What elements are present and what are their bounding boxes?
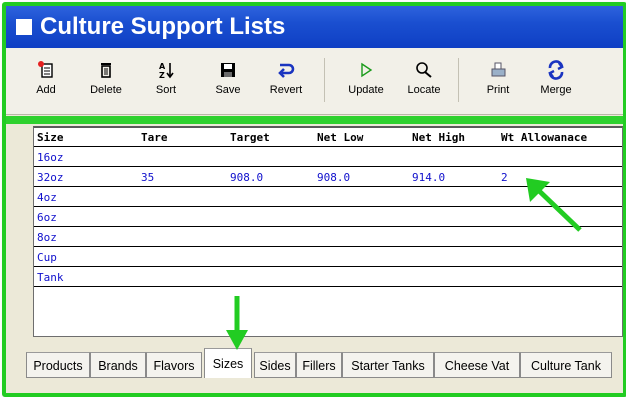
header-target[interactable]: Target: [230, 131, 270, 144]
sort-button[interactable]: AZ Sort: [140, 60, 192, 96]
toolbar: Add Delete AZ Sort Save Revert Update Lo…: [6, 48, 623, 115]
annotation-arrow-icon: [526, 178, 582, 232]
cell-size: Cup: [37, 251, 57, 264]
tab-brands[interactable]: Brands: [90, 352, 146, 378]
tab-sides[interactable]: Sides: [254, 352, 296, 378]
cell-size: 16oz: [37, 151, 64, 164]
save-label: Save: [215, 84, 241, 96]
revert-button[interactable]: Revert: [260, 60, 312, 96]
svg-text:A: A: [159, 62, 166, 71]
cell-size: 4oz: [37, 191, 57, 204]
merge-label: Merge: [540, 84, 572, 96]
title-bar: Culture Support Lists: [6, 6, 623, 48]
tab-starter-tanks[interactable]: Starter Tanks: [342, 352, 434, 378]
print-label: Print: [486, 84, 510, 96]
revert-label: Revert: [269, 84, 303, 96]
merge-button[interactable]: Merge: [530, 60, 582, 96]
delete-label: Delete: [90, 84, 122, 96]
highlight-bar: [6, 116, 623, 124]
tab-cheese-vat[interactable]: Cheese Vat: [434, 352, 520, 378]
cell-size: Tank: [37, 271, 64, 284]
annotation-arrow-icon: [226, 296, 248, 350]
save-button[interactable]: Save: [202, 60, 254, 96]
svg-text:Z: Z: [159, 71, 165, 80]
cell-size: 8oz: [37, 231, 57, 244]
toolbar-separator: [324, 58, 325, 102]
toolbar-separator: [458, 58, 459, 102]
tab-sizes[interactable]: Sizes: [204, 348, 252, 378]
grid-header: Size Tare Target Net Low Net High Wt All…: [34, 128, 622, 147]
tab-fillers[interactable]: Fillers: [296, 352, 342, 378]
table-row[interactable]: Cup: [34, 247, 622, 267]
revert-icon: [260, 60, 312, 82]
header-net-high[interactable]: Net High: [412, 131, 465, 144]
cell-tare: 35: [141, 171, 155, 184]
cell-size: 6oz: [37, 211, 57, 224]
floppy-disk-icon: [202, 60, 254, 82]
add-button[interactable]: Add: [20, 60, 72, 96]
header-net-low[interactable]: Net Low: [317, 131, 363, 144]
cell-target: 908.0: [230, 171, 264, 184]
cell-size: 32oz: [37, 171, 64, 184]
cell-net-high: 914.0: [412, 171, 446, 184]
tab-strip: Products Brands Flavors Sizes Sides Fill…: [26, 348, 614, 382]
print-button[interactable]: Print: [472, 60, 524, 96]
tab-flavors[interactable]: Flavors: [146, 352, 202, 378]
sort-label: Sort: [155, 84, 177, 96]
sort-az-icon: AZ: [140, 60, 192, 82]
update-button[interactable]: Update: [340, 60, 392, 96]
printer-icon: [472, 60, 524, 82]
tab-culture-tank[interactable]: Culture Tank: [520, 352, 612, 378]
cell-wt-allowance: 2: [501, 171, 508, 184]
header-wt-allowance[interactable]: Wt Allowanace: [501, 131, 587, 144]
delete-button[interactable]: Delete: [80, 60, 132, 96]
binoculars-icon: [398, 60, 450, 82]
update-label: Update: [348, 84, 384, 96]
locate-button[interactable]: Locate: [398, 60, 450, 96]
play-icon: [340, 60, 392, 82]
locate-label: Locate: [407, 84, 441, 96]
add-label: Add: [36, 84, 56, 96]
trash-icon: [80, 60, 132, 82]
header-tare[interactable]: Tare: [141, 131, 168, 144]
add-record-icon: [20, 60, 72, 82]
header-size[interactable]: Size: [37, 131, 64, 144]
cell-net-low: 908.0: [317, 171, 351, 184]
table-row[interactable]: 16oz: [34, 147, 622, 167]
tab-products[interactable]: Products: [26, 352, 90, 378]
window-title: Culture Support Lists: [40, 13, 286, 40]
window-icon: [16, 19, 32, 35]
merge-arrows-icon: [530, 60, 582, 82]
table-row[interactable]: Tank: [34, 267, 622, 287]
